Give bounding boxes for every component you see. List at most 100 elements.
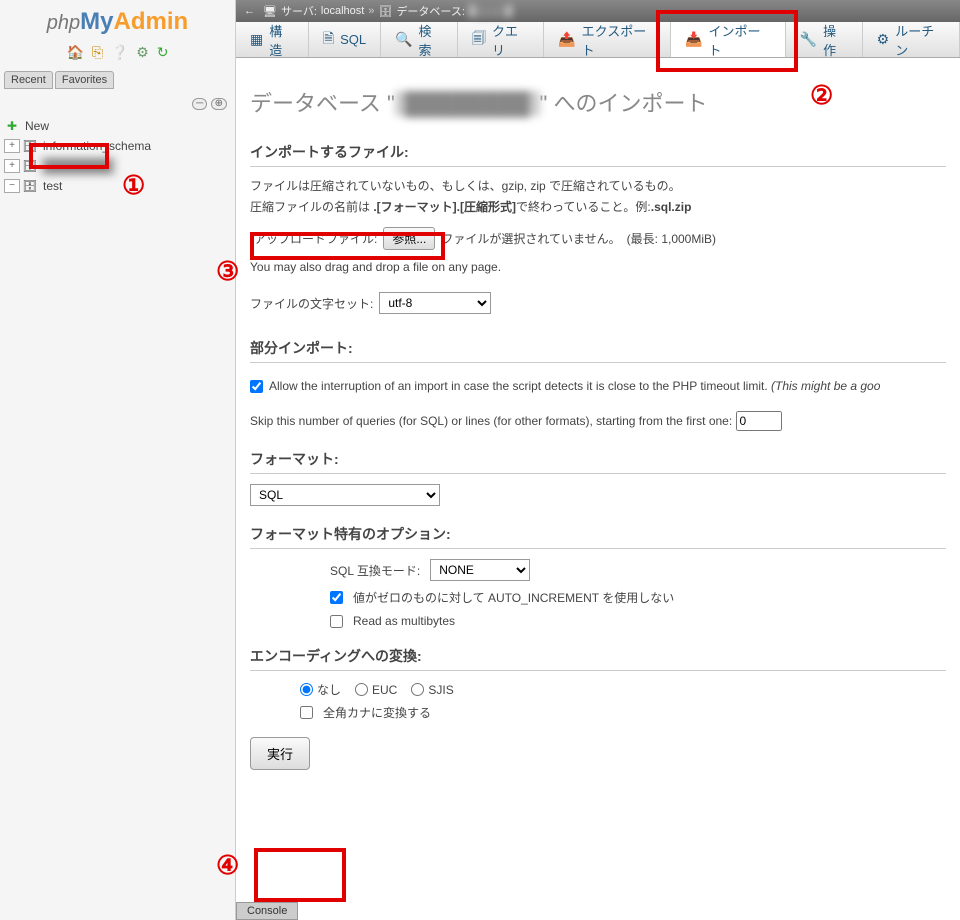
tree-item[interactable]: + 🗄 ████████ <box>0 156 235 176</box>
operations-icon: 🔧 <box>800 31 817 48</box>
tab-structure[interactable]: ▦構造 <box>236 22 309 57</box>
dragdrop-hint: You may also drag and drop a file on any… <box>250 260 946 274</box>
tab-label: ルーチン <box>895 21 945 59</box>
browse-button[interactable]: 参照... <box>383 227 435 250</box>
tree-expand-icon[interactable]: + <box>4 139 20 153</box>
charset-label: ファイルの文字セット: <box>250 295 373 312</box>
enc-sjis-radio[interactable] <box>411 683 424 696</box>
tab-export[interactable]: 📤 エクスポート <box>544 22 671 57</box>
section-format: フォーマット: <box>250 449 946 474</box>
db-value: ████ <box>469 5 512 17</box>
server-value: localhost <box>321 5 364 17</box>
new-icon: ✚ <box>4 119 20 133</box>
tab-label: インポート <box>709 21 771 59</box>
section-partial: 部分インポート: <box>250 338 946 363</box>
logo: phpMyAdmin <box>0 0 235 40</box>
sidebar-icon-row: 🏠 ⎘ ❔ ⚙ ↻ <box>0 40 235 69</box>
skip-label: Skip this number of queries (for SQL) or… <box>250 414 732 428</box>
zenkaku-checkbox[interactable] <box>300 706 313 719</box>
tree-item[interactable]: − 🗄 test <box>0 176 235 196</box>
breadcrumb-server[interactable]: 🖥 サーバ: localhost <box>263 3 364 19</box>
routines-icon: ⚙ <box>877 31 890 48</box>
tree-expand-icon[interactable]: + <box>4 159 20 173</box>
logout-icon[interactable]: ⎘ <box>92 44 103 61</box>
collapse-icon[interactable]: ─ <box>192 98 207 110</box>
multibyte-label: Read as multibytes <box>353 614 455 628</box>
zenkaku-label: 全角カナに変換する <box>323 704 431 721</box>
enc-none-label: なし <box>317 681 341 698</box>
logo-my: My <box>80 8 113 35</box>
tree-new-label: New <box>22 118 52 134</box>
back-icon[interactable]: ← <box>244 5 255 17</box>
db-icon: 🗄 <box>22 139 38 153</box>
enc-none-radio[interactable] <box>300 683 313 696</box>
enc-euc-radio[interactable] <box>355 683 368 696</box>
content: データベース "████████" へのインポート インポートするファイル: フ… <box>236 58 960 790</box>
server-icon: 🖥 <box>263 5 277 18</box>
format-select[interactable]: SQL <box>250 484 440 506</box>
interrupt-row: Allow the interruption of an import in c… <box>250 379 880 393</box>
execute-button[interactable]: 実行 <box>250 737 310 770</box>
charset-row: ファイルの文字セット: utf-8 <box>250 292 491 314</box>
query-icon: 🗐 <box>472 28 486 52</box>
autoinc-checkbox[interactable] <box>330 591 343 604</box>
main: ← 🖥 サーバ: localhost » 🗄 データベース: ████ ▦構造 … <box>236 0 960 920</box>
reload-icon[interactable]: ↻ <box>157 44 169 61</box>
collapse-row: ─ ⊕ <box>0 91 235 114</box>
tab-operations[interactable]: 🔧 操作 <box>786 22 863 57</box>
export-icon: 📤 <box>558 31 575 48</box>
breadcrumb-database[interactable]: 🗄 データベース: ████ <box>378 3 512 19</box>
db-icon: 🗄 <box>22 159 38 173</box>
page-title: データベース "████████" へのインポート <box>250 86 946 118</box>
tab-sql[interactable]: 🗎SQL <box>309 22 381 57</box>
sql-mode-select[interactable]: NONE <box>430 559 530 581</box>
section-encoding: エンコーディングへの変換: <box>250 646 946 671</box>
enc-euc-label: EUC <box>372 683 397 697</box>
zenkaku-row: 全角カナに変換する <box>300 704 946 721</box>
logo-php: php <box>47 12 80 34</box>
section-fso: フォーマット特有のオプション: <box>250 524 946 549</box>
tab-label: 検索 <box>419 21 443 59</box>
docs-icon[interactable]: ❔ <box>111 44 128 61</box>
tree-item[interactable]: + 🗄 information_schema <box>0 136 235 156</box>
tab-label: クエリ <box>492 21 529 59</box>
encoding-radios: なし EUC SJIS <box>300 681 946 698</box>
tab-routines[interactable]: ⚙ ルーチン <box>863 22 960 57</box>
title-suffix: " へのインポート <box>540 91 708 116</box>
import-icon: 📥 <box>685 31 702 48</box>
favorites-tab[interactable]: Favorites <box>55 71 114 89</box>
tab-search[interactable]: 🔍 検索 <box>381 22 458 57</box>
autoinc-label: 値がゼロのものに対して AUTO_INCREMENT を使用しない <box>353 589 674 606</box>
search-icon: 🔍 <box>395 31 412 48</box>
tab-label: 操作 <box>823 21 847 59</box>
expand-icon[interactable]: ⊕ <box>211 98 227 110</box>
charset-select[interactable]: utf-8 <box>379 292 491 314</box>
breadcrumb: ← 🖥 サーバ: localhost » 🗄 データベース: ████ <box>236 0 960 22</box>
section-import-file: インポートするファイル: <box>250 142 946 167</box>
home-icon[interactable]: 🏠 <box>67 44 84 61</box>
chevron-right-icon: » <box>368 5 374 17</box>
upload-label: アップロードファイル: <box>254 230 377 247</box>
server-label: サーバ: <box>281 3 317 19</box>
recent-tab[interactable]: Recent <box>4 71 53 89</box>
tree-collapse-icon[interactable]: − <box>4 179 20 193</box>
db-icon: 🗄 <box>378 5 392 18</box>
console-tab[interactable]: Console <box>236 902 298 920</box>
tree-item-label: test <box>40 178 65 194</box>
skip-input[interactable] <box>736 411 782 431</box>
interrupt-checkbox[interactable] <box>250 380 263 393</box>
enc-sjis-label: SJIS <box>428 683 453 697</box>
tree-new[interactable]: ✚ New <box>0 116 235 136</box>
sidebar-tabs: Recent Favorites <box>0 69 235 91</box>
settings-icon[interactable]: ⚙ <box>136 44 149 61</box>
tab-label: エクスポート <box>582 21 656 59</box>
tree-item-label: information_schema <box>40 138 154 154</box>
multibyte-checkbox[interactable] <box>330 615 343 628</box>
tab-import[interactable]: 📥 インポート <box>671 22 786 57</box>
tab-query[interactable]: 🗐クエリ <box>458 22 544 57</box>
tab-label: 構造 <box>269 21 294 59</box>
sidebar: phpMyAdmin 🏠 ⎘ ❔ ⚙ ↻ Recent Favorites ─ … <box>0 0 236 920</box>
tree-item-label: ████████ <box>40 157 116 175</box>
skip-row: Skip this number of queries (for SQL) or… <box>250 411 946 431</box>
db-icon: 🗄 <box>22 179 38 193</box>
